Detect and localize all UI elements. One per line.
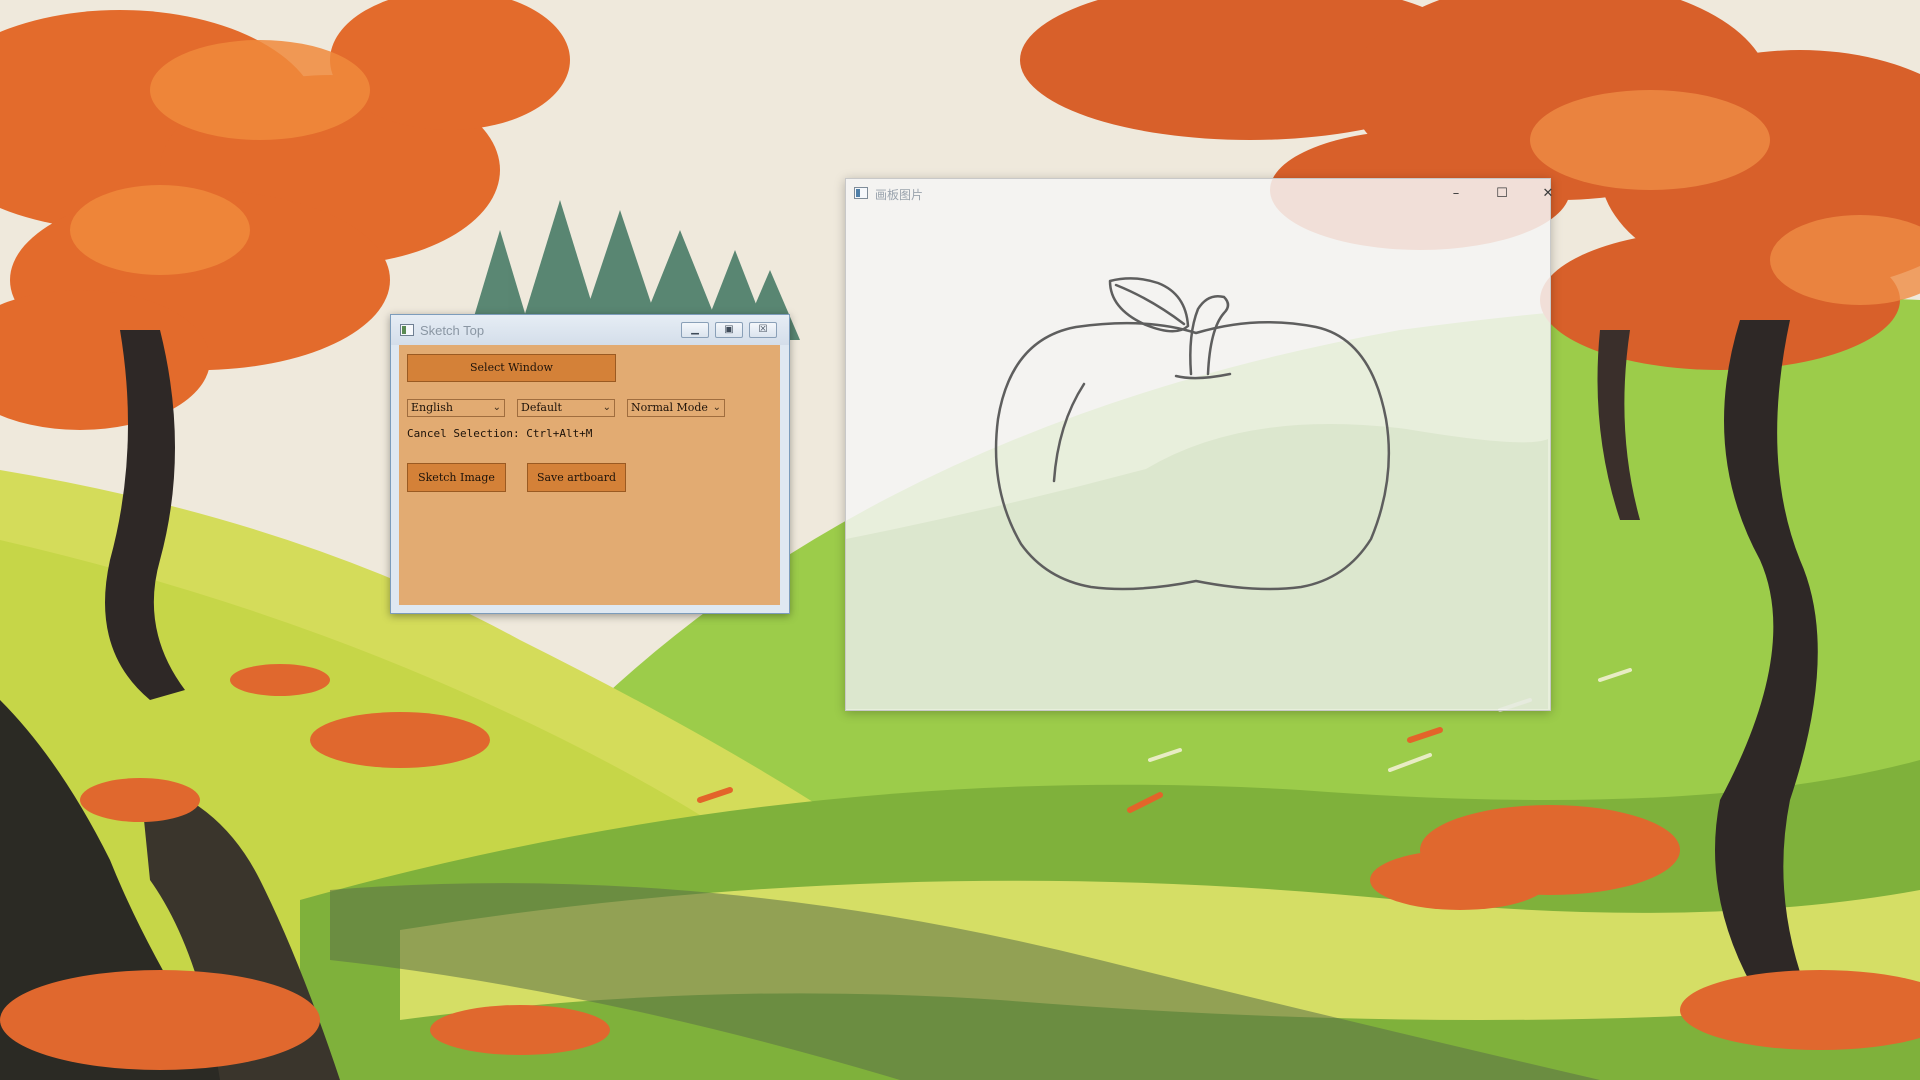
sketch-top-body: Select Window English ⌄ Default ⌄ Normal… — [399, 345, 780, 605]
artboard-titlebar[interactable]: 画板图片 – ☐ ✕ — [846, 179, 1553, 209]
window-title: Sketch Top — [420, 323, 485, 338]
maximize-button[interactable]: ▣ — [715, 322, 743, 338]
select-window-button[interactable]: Select Window — [407, 354, 616, 382]
language-select-value: English — [411, 401, 453, 414]
save-artboard-button[interactable]: Save artboard — [527, 463, 626, 492]
sketch-top-titlebar[interactable]: Sketch Top ▁ ▣ ☒ — [391, 315, 789, 345]
app-window-icon — [854, 187, 868, 199]
artboard-close-button[interactable]: ✕ — [1528, 182, 1568, 206]
sketch-top-window: Sketch Top ▁ ▣ ☒ Select Window English ⌄… — [390, 314, 790, 614]
minimize-icon: ▁ — [691, 324, 699, 335]
artboard-minimize-button[interactable]: – — [1436, 182, 1476, 206]
language-select[interactable]: English ⌄ — [407, 399, 505, 417]
apple-sketch-drawing — [846, 277, 1548, 709]
artboard-canvas[interactable] — [846, 209, 1550, 710]
maximize-icon: ☐ — [1496, 186, 1508, 201]
close-button[interactable]: ☒ — [749, 322, 777, 338]
style-select-value: Default — [521, 401, 562, 414]
artboard-window: 画板图片 – ☐ ✕ — [845, 178, 1553, 711]
minimize-button[interactable]: ▁ — [681, 322, 709, 338]
chevron-down-icon: ⌄ — [602, 402, 611, 413]
mode-select-value: Normal Mode — [631, 401, 708, 414]
close-icon: ☒ — [758, 324, 768, 335]
cancel-selection-hint: Cancel Selection: Ctrl+Alt+M — [407, 427, 593, 440]
sketch-image-button[interactable]: Sketch Image — [407, 463, 506, 492]
minimize-icon: – — [1452, 186, 1460, 201]
close-icon: ✕ — [1542, 186, 1554, 201]
chevron-down-icon: ⌄ — [492, 402, 501, 413]
artboard-title: 画板图片 — [875, 188, 924, 202]
artboard-maximize-button[interactable]: ☐ — [1482, 182, 1522, 206]
style-select[interactable]: Default ⌄ — [517, 399, 615, 417]
chevron-down-icon: ⌄ — [712, 402, 721, 413]
restore-icon: ▣ — [724, 324, 734, 335]
app-window-icon — [400, 324, 414, 336]
mode-select[interactable]: Normal Mode ⌄ — [627, 399, 725, 417]
